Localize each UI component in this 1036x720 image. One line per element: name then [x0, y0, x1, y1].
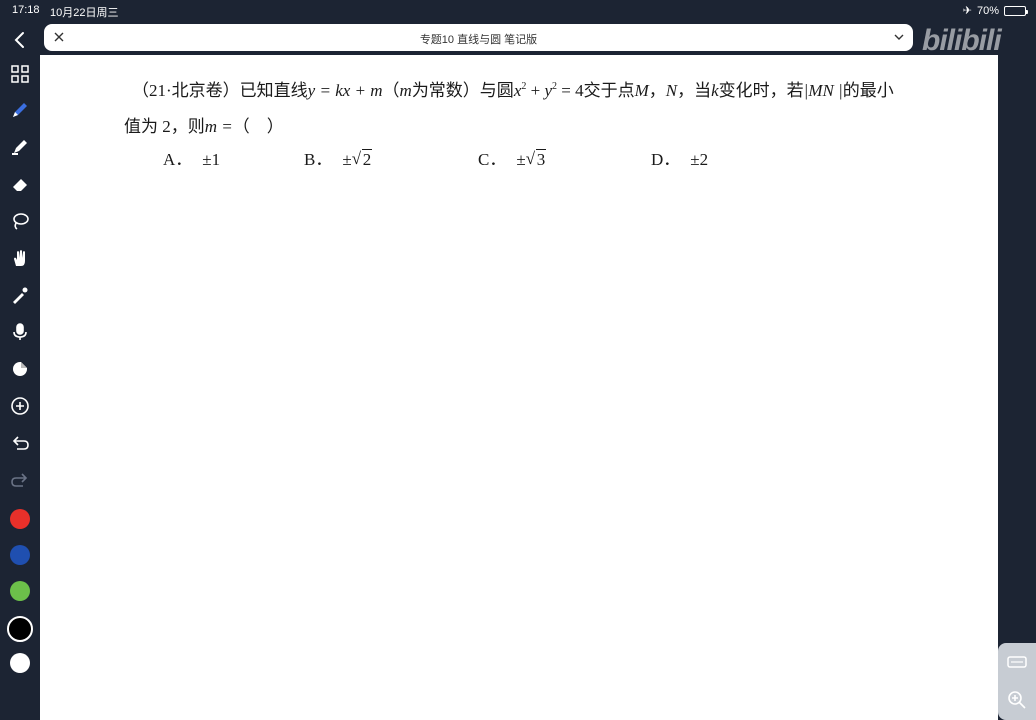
circle-y: y [544, 81, 552, 100]
option-d[interactable]: D． ±2 [651, 145, 708, 170]
question-line-1: （21·北京卷）已知直线y = kx + m（m为常数）与圆x2 + y2 = … [132, 69, 952, 109]
point-m: M [634, 81, 649, 100]
sqrt-sign: √ 3 [525, 149, 547, 169]
paren-open: （ [382, 81, 400, 100]
grid-icon[interactable] [8, 62, 32, 86]
circle-equals: = 4 [557, 81, 584, 100]
tool-sidebar [0, 20, 40, 720]
option-b-letter: B． [304, 150, 333, 169]
color-black-swatch[interactable] [7, 616, 33, 642]
question-part-3: 为常数）与圆 [411, 81, 514, 100]
question-source: （21·北京卷）已知直线 [132, 81, 308, 100]
bilibili-logo: bilibili [922, 24, 1002, 57]
document-titlebar: 专题10 直线与圆 笔记版 [44, 24, 913, 51]
document-title: 专题10 直线与圆 笔记版 [419, 34, 538, 46]
color-white-swatch[interactable] [10, 653, 30, 673]
question-part-7: 的最小 [842, 81, 894, 100]
zoom-widget [998, 643, 1036, 720]
option-b[interactable]: B． ± √ 2 [304, 145, 373, 170]
option-a-letter: A． [163, 150, 193, 169]
add-icon[interactable] [8, 394, 32, 418]
option-c-radicand: 3 [535, 149, 547, 169]
question-line-2: 值为 2，则m =（ ） [124, 109, 952, 145]
m-variable: m [399, 81, 412, 100]
question-part-4: 交于点 [583, 81, 635, 100]
option-b-prefix: ± [342, 150, 352, 169]
option-a[interactable]: A． ±1 [163, 145, 220, 170]
color-green-swatch[interactable] [10, 581, 30, 601]
pen-icon[interactable] [8, 98, 32, 122]
color-blue-swatch[interactable] [10, 545, 30, 565]
status-time: 17:18 [12, 4, 40, 16]
circle-plus: + [526, 81, 545, 100]
eraser-icon[interactable] [8, 172, 32, 196]
mn-abs: |MN | [803, 81, 843, 100]
status-bar: 17:18 10月22日周三 ✈ 70% [0, 0, 1036, 20]
line-equation: y = kx + m [307, 81, 383, 100]
back-icon[interactable] [8, 28, 32, 52]
option-b-radicand: 2 [361, 149, 373, 169]
option-c-prefix: ± [516, 150, 526, 169]
option-c-letter: C． [478, 150, 507, 169]
question-part-6: 变化时，若 [718, 81, 804, 100]
option-d-letter: D． [651, 150, 681, 169]
comma: ， [648, 81, 666, 100]
question-text: （21·北京卷）已知直线y = kx + m（m为常数）与圆x2 + y2 = … [124, 69, 952, 145]
undo-icon[interactable] [8, 431, 32, 455]
laser-pointer-icon[interactable] [8, 283, 32, 307]
status-right: ✈ 70% [962, 4, 1028, 17]
chevron-down-icon[interactable] [893, 31, 905, 43]
answer-options: A． ±1 B． ± √ 2 C． ± √ 3 D． ±2 [40, 145, 998, 175]
option-a-value: ±1 [202, 150, 221, 169]
sqrt-sign: √ 2 [351, 149, 373, 169]
sticker-icon[interactable] [8, 357, 32, 381]
highlighter-icon[interactable] [8, 135, 32, 159]
k-variable: k [711, 81, 719, 100]
answer-blank: （ ） [232, 117, 284, 136]
option-d-value: ±2 [690, 150, 709, 169]
question-line2-a: 值为 2，则 [124, 117, 205, 136]
keyboard-icon[interactable] [1006, 651, 1028, 673]
option-c[interactable]: C． ± √ 3 [478, 145, 547, 170]
hand-icon[interactable] [8, 246, 32, 270]
question-part-5: ，当 [677, 81, 712, 100]
status-date: 10月22日周三 [50, 7, 119, 19]
color-red-swatch[interactable] [10, 509, 30, 529]
redo-icon[interactable] [8, 468, 32, 492]
microphone-icon[interactable] [8, 320, 32, 344]
m-equals: m = [204, 117, 233, 136]
battery-icon [1004, 5, 1028, 16]
battery-percent: 70% [976, 4, 999, 17]
point-n: N [665, 81, 678, 100]
zoom-in-icon[interactable] [1006, 689, 1028, 711]
lasso-icon[interactable] [8, 209, 32, 233]
document-page: （21·北京卷）已知直线y = kx + m（m为常数）与圆x2 + y2 = … [40, 55, 998, 720]
airplane-icon: ✈ [962, 5, 972, 17]
